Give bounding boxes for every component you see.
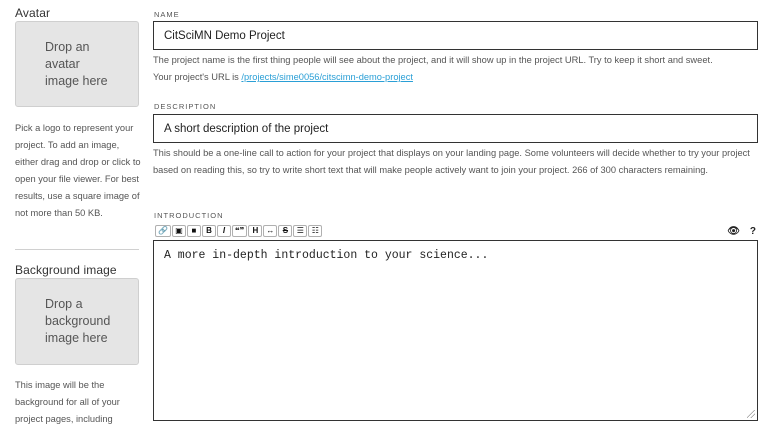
bold-icon[interactable]: B [201,225,216,237]
description-help-text: This should be a one-line call to action… [153,148,750,175]
italic-icon[interactable]: I [216,225,231,237]
background-heading: Background image [15,263,117,277]
name-input[interactable]: CitSciMN Demo Project [153,21,758,50]
introduction-textarea[interactable]: A more in-depth introduction to your sci… [153,240,758,421]
resize-handle-icon[interactable] [747,410,755,418]
numbered-list-icon[interactable]: ☷ [308,225,323,237]
project-url-link[interactable]: /projects/sime0056/citscimn-demo-project [241,72,413,82]
quote-icon[interactable]: ❝❞ [231,225,248,237]
background-drop-text: Drop a background image here [45,297,111,345]
image-icon[interactable]: ▣ [171,225,186,237]
name-help-body: The project name is the first thing peop… [153,55,713,65]
strikethrough-icon[interactable]: S [278,225,293,237]
markdown-toolbar: 🔗 ▣ ■ B I ❝❞ H ↔ S ☰ ☷ 👁 ? [155,224,756,238]
heading-icon[interactable]: H [248,225,263,237]
background-help-text: This image will be the background for al… [15,380,120,424]
description-input[interactable]: A short description of the project [153,114,758,143]
introduction-label: INTRODUCTION [154,211,224,220]
introduction-text: A more in-depth introduction to your sci… [164,249,489,262]
avatar-help-text: Pick a logo to represent your project. T… [15,123,141,218]
description-label: DESCRIPTION [154,102,217,111]
divider [15,249,139,250]
avatar-drop-zone[interactable]: Drop an avatar image here [15,21,139,107]
name-label: NAME [154,10,180,19]
name-help-text: The project name is the first thing peop… [153,52,759,86]
bullet-list-icon[interactable]: ☰ [293,225,308,237]
link-icon[interactable]: 🔗 [155,225,171,237]
avatar-drop-text: Drop an avatar image here [45,39,108,88]
toolbar-right: 👁 ? [727,226,756,237]
video-icon[interactable]: ■ [186,225,201,237]
horizontal-rule-icon[interactable]: ↔ [263,225,278,237]
preview-eye-icon[interactable]: 👁 [727,226,740,237]
help-question-icon[interactable]: ? [750,226,756,237]
avatar-heading: Avatar [15,6,51,20]
background-drop-zone[interactable]: Drop a background image here [15,278,139,365]
project-url-prefix: Your project's URL is [153,72,242,82]
